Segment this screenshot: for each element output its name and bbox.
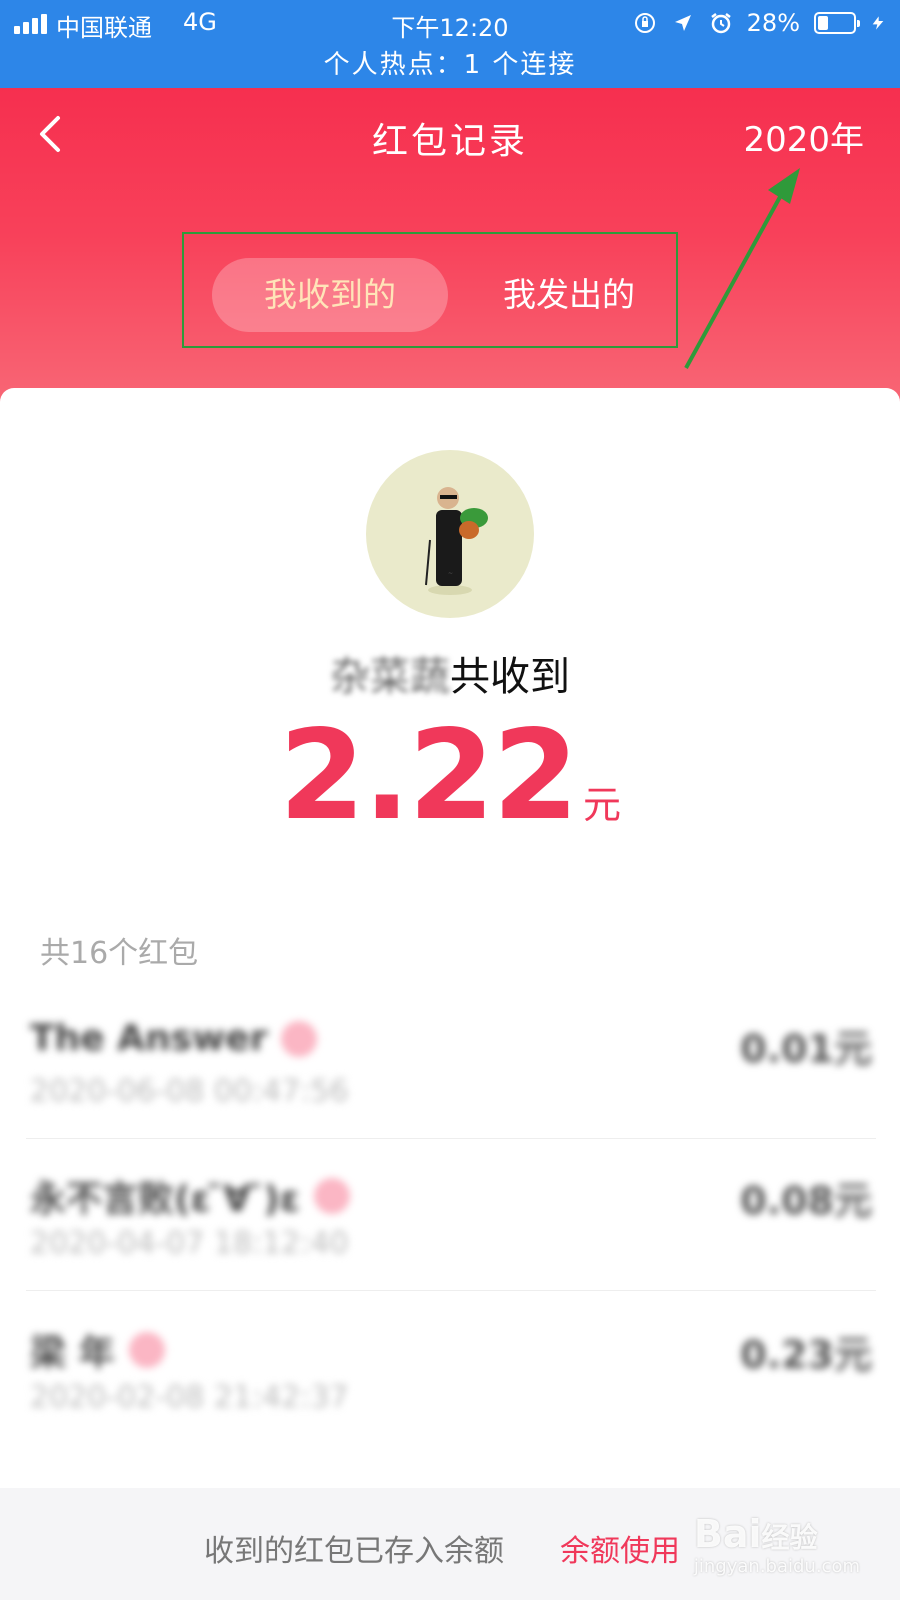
received-text: 共收到 — [450, 654, 570, 700]
battery-percent: 28% — [746, 9, 800, 37]
amount-unit: 元 — [582, 783, 621, 827]
rotation-lock-icon — [634, 13, 655, 33]
amount-value: 2.22 — [279, 704, 579, 848]
location-icon — [674, 15, 691, 31]
user-name-blurred: 杂菜蔬 — [330, 654, 450, 700]
avatar: ~ — [366, 450, 534, 618]
watermark-url: jingyan.baidu.com — [693, 1556, 860, 1577]
record-name: 永不言败(ε ̄∀ ̄)ε — [30, 1179, 300, 1220]
battery-icon — [814, 12, 860, 34]
watermark-brand: Bai — [693, 1512, 762, 1556]
balance-use-link[interactable]: 余额使用 — [560, 1526, 680, 1570]
alarm-icon — [710, 13, 731, 34]
record-time: 2020-06-08 00:47:56 — [30, 1074, 349, 1109]
list-item[interactable]: 永不言败(ε ̄∀ ̄)ε 2020-04-07 18:12:40 0.08元 — [26, 1140, 876, 1290]
total-amount: 2.22 元 — [0, 704, 900, 848]
tab-received[interactable]: 我收到的 — [212, 258, 448, 332]
tab-switcher: 我收到的 我发出的 — [182, 232, 678, 348]
record-amount: 0.23元 — [740, 1333, 872, 1377]
badge-icon — [128, 1332, 165, 1368]
tab-sent[interactable]: 我发出的 — [484, 258, 654, 332]
year-selector[interactable]: 2020年 — [743, 112, 864, 161]
watermark-brand-2: 经验 — [761, 1521, 818, 1554]
packet-count: 共16个红包 — [40, 936, 199, 971]
summary-card: ~ 杂菜蔬共收到 2.22 元 共16个红包 The Answer 2020-06… — [0, 388, 900, 1600]
footer: 收到的红包已存入余额 余额使用 Bai经验 jingyan.baidu.com — [0, 1488, 900, 1600]
record-name: 梁 年 — [30, 1333, 115, 1374]
status-bar: 中国联通 4G 下午12:20 28% 个人热点：1 个连接 — [0, 0, 900, 88]
header: 红包记录 2020年 我收到的 我发出的 — [0, 88, 900, 418]
svg-text:~: ~ — [448, 570, 453, 577]
record-amount: 0.08元 — [740, 1179, 872, 1223]
record-name: The Answer — [30, 1018, 268, 1059]
footer-note: 收到的红包已存入余额 — [204, 1534, 504, 1569]
divider — [26, 1290, 876, 1291]
charging-icon — [872, 16, 884, 30]
baidu-watermark: Bai经验 jingyan.baidu.com — [694, 1512, 860, 1577]
record-amount: 0.01元 — [740, 1027, 872, 1071]
hotspot-status[interactable]: 个人热点：1 个连接 — [0, 44, 900, 81]
record-time: 2020-02-08 21:42:37 — [30, 1380, 349, 1415]
badge-icon — [281, 1020, 318, 1057]
list-item[interactable]: The Answer 2020-06-08 00:47:56 0.01元 — [26, 988, 876, 1138]
received-label: 杂菜蔬共收到 — [0, 644, 900, 702]
divider — [26, 1138, 876, 1139]
list-item[interactable]: 梁 年 2020-02-08 21:42:37 0.23元 — [26, 1294, 876, 1444]
record-time: 2020-04-07 18:12:40 — [30, 1226, 349, 1261]
badge-icon — [313, 1178, 350, 1214]
